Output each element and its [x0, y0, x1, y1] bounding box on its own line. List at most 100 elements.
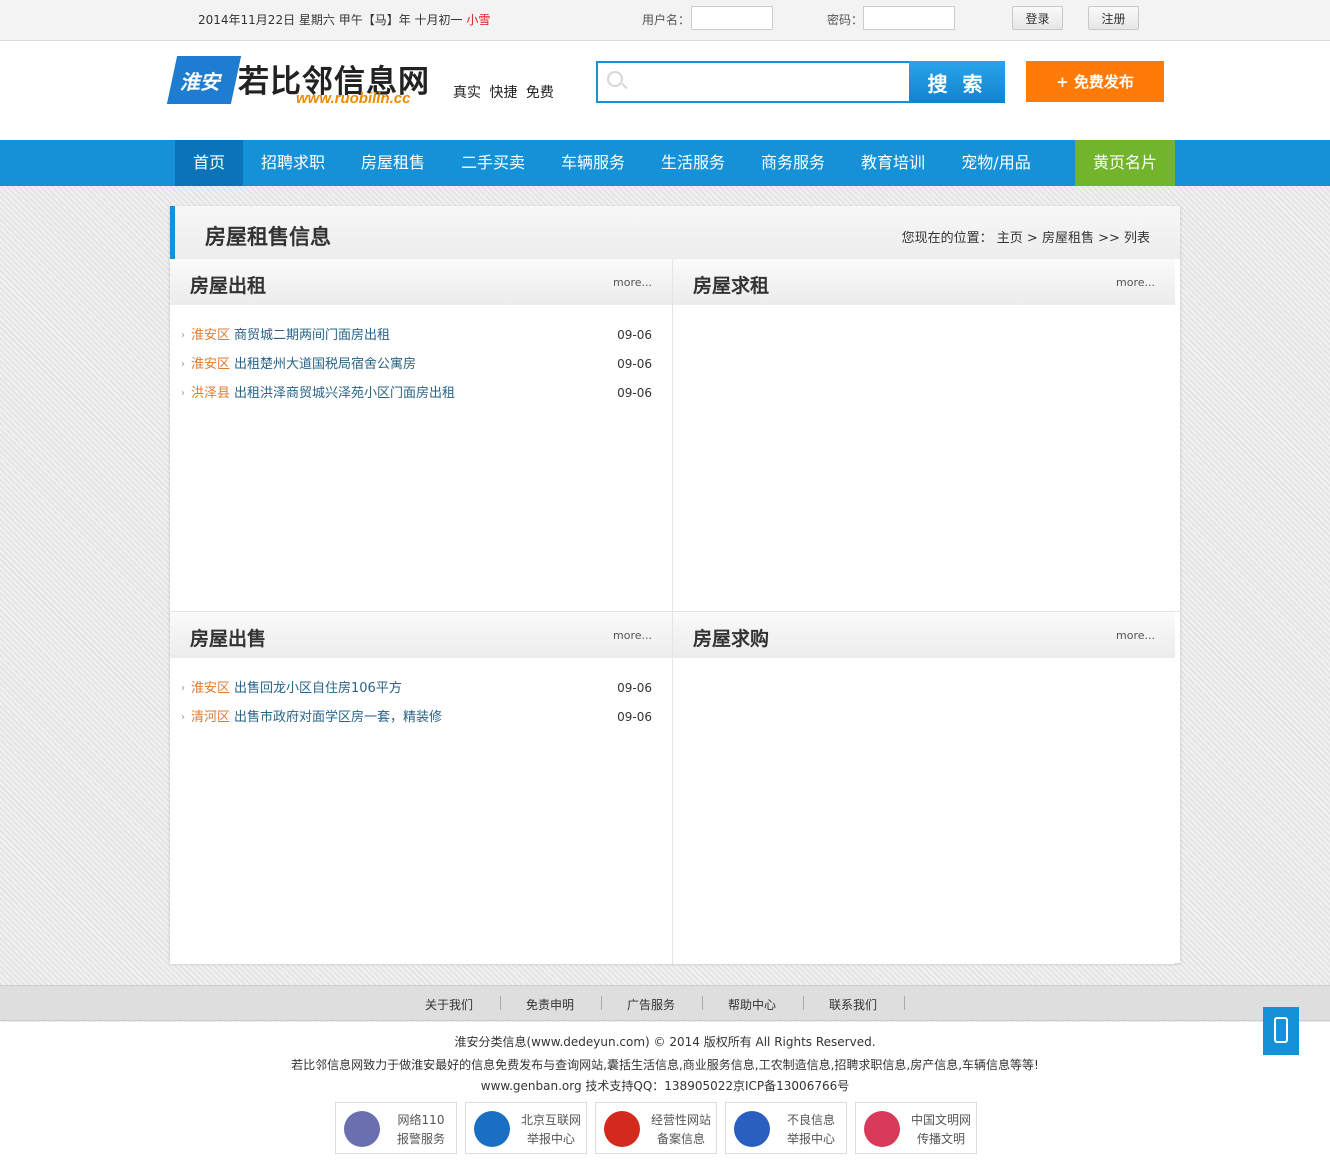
site-url: www.ruobilin.cc [296, 90, 411, 107]
badge-civilization[interactable]: 中国文明网 传播文明 [855, 1102, 977, 1154]
mobile-version-button[interactable] [1263, 1007, 1299, 1055]
badge-bad-info-report[interactable]: 不良信息 举报中心 [725, 1102, 847, 1154]
listing-list: › 淮安区 出售回龙小区自住房106平方 09-06 › 清河区 出售市政府对面学区… [170, 674, 672, 732]
page-title: 房屋租售信息 [205, 225, 331, 249]
footer-link-ads[interactable]: 广告服务 [627, 996, 675, 1013]
search-icon [607, 71, 623, 87]
nav-item-home[interactable]: 首页 [175, 140, 243, 186]
footer: 淮安分类信息(www.dedeyun.com) © 2014 版权所有 All … [0, 1022, 1330, 1174]
footer-link-help[interactable]: 帮助中心 [728, 996, 776, 1013]
slogan: 真实 快捷 免费 [453, 85, 554, 101]
listing-area[interactable]: 淮安区 [191, 681, 230, 696]
section-for-sale: 房屋出售 more... › 淮安区 出售回龙小区自住房106平方 09-06 ›… [170, 612, 672, 964]
badge-line1: 不良信息 [786, 1113, 835, 1127]
footer-link-about[interactable]: 关于我们 [425, 996, 473, 1013]
publish-button[interactable]: + 免费发布 [1026, 61, 1164, 102]
password-input[interactable] [863, 6, 955, 30]
login-button[interactable]: 登录 [1012, 6, 1063, 30]
row-divider [170, 611, 1180, 612]
chevron-right-icon: › [181, 330, 185, 341]
badge-line2: 举报中心 [526, 1132, 575, 1146]
nav-item-secondhand[interactable]: 二手买卖 [443, 140, 543, 186]
footer-link-disclaimer[interactable]: 免责申明 [526, 996, 574, 1013]
listing-title[interactable]: 出售回龙小区自住房106平方 [234, 681, 402, 696]
username-input[interactable] [691, 6, 773, 30]
section-rent-out: 房屋出租 more... › 淮安区 商贸城二期两间门面房出租 09-06 › 淮… [170, 259, 672, 611]
search-input[interactable] [596, 61, 909, 103]
nav-item-yellowpages[interactable]: 黄页名片 [1075, 140, 1175, 186]
site-description: 若比邻信息网致力于做淮安最好的信息免费发布与查询网站,囊括生活信息,商业服务信息… [291, 1058, 1039, 1072]
divider [904, 996, 905, 1010]
register-button[interactable]: 注册 [1088, 6, 1139, 30]
listing-area[interactable]: 清河区 [191, 710, 230, 725]
header: 淮安 若比邻信息网 www.ruobilin.cc 真实 快捷 免费 搜 索 +… [0, 41, 1330, 140]
footer-link-contact[interactable]: 联系我们 [829, 996, 877, 1013]
section-title: 房屋求购 [693, 628, 770, 650]
chevron-right-icon: › [181, 359, 185, 370]
main-nav: 首页 招聘求职 房屋租售 二手买卖 车辆服务 生活服务 商务服务 教育培训 宠物… [0, 140, 1330, 186]
section-header: 房屋出售 more... [170, 612, 672, 658]
nav-item-jobs[interactable]: 招聘求职 [243, 140, 343, 186]
badge-police[interactable]: 网络110 报警服务 [335, 1102, 457, 1154]
listing-title[interactable]: 出租洪泽商贸城兴泽苑小区门面房出租 [234, 386, 455, 401]
nav-item-life[interactable]: 生活服务 [643, 140, 743, 186]
list-item[interactable]: › 清河区 出售市政府对面学区房一套，精装修 09-06 [170, 703, 672, 732]
listing-date: 09-06 [617, 681, 652, 695]
divider [803, 996, 804, 1010]
nav-item-education[interactable]: 教育培训 [843, 140, 943, 186]
list-item[interactable]: › 淮安区 出租楚州大道国税局宿舍公寓房 09-06 [170, 350, 672, 379]
chevron-right-icon: › [181, 388, 185, 399]
username-label: 用户名： [642, 13, 691, 27]
badge-beijing-report[interactable]: 北京互联网 举报中心 [465, 1102, 587, 1154]
listing-area[interactable]: 洪泽县 [191, 386, 230, 401]
listing-area[interactable]: 淮安区 [191, 328, 230, 343]
top-bar: 2014年11月22日 星期六 甲午【马】年 十月初一 小雪 用户名： 密码： … [0, 0, 1330, 41]
badge-line1: 北京互联网 [520, 1113, 581, 1127]
nav-item-business[interactable]: 商务服务 [743, 140, 843, 186]
password-label: 密码： [827, 13, 864, 27]
more-link[interactable]: more... [613, 276, 652, 289]
list-item[interactable]: › 洪泽县 出租洪泽商贸城兴泽苑小区门面房出租 09-06 [170, 379, 672, 408]
listing-area[interactable]: 淮安区 [191, 357, 230, 372]
listing-list: › 淮安区 商贸城二期两间门面房出租 09-06 › 淮安区 出租楚州大道国税局宿舍… [170, 321, 672, 408]
date-text: 2014年11月22日 星期六 甲午【马】年 十月初一 [198, 13, 467, 27]
more-link[interactable]: more... [1116, 276, 1155, 289]
badge-line1: 网络110 [397, 1113, 445, 1127]
logo-badge[interactable]: 淮安 [166, 56, 242, 104]
more-link[interactable]: more... [1116, 629, 1155, 642]
section-title: 房屋出售 [190, 628, 267, 650]
flower-emblem-icon [864, 1111, 900, 1147]
police-shield-icon [344, 1111, 380, 1147]
date-display: 2014年11月22日 星期六 甲午【马】年 十月初一 小雪 [198, 11, 490, 28]
list-item[interactable]: › 淮安区 出售回龙小区自住房106平方 09-06 [170, 674, 672, 703]
divider [500, 996, 501, 1010]
section-buy-wanted: 房屋求购 more... [673, 612, 1175, 964]
listing-title[interactable]: 商贸城二期两间门面房出租 [234, 328, 390, 343]
mobile-phone-icon [1274, 1017, 1288, 1043]
chevron-right-icon: › [181, 683, 185, 694]
listing-date: 09-06 [617, 710, 652, 724]
swoosh-icon [734, 1111, 770, 1147]
section-rent-wanted: 房屋求租 more... [673, 259, 1175, 611]
divider [601, 996, 602, 1010]
badge-line2: 举报中心 [786, 1132, 835, 1146]
weather-text: 小雪 [466, 13, 491, 27]
nav-item-pets[interactable]: 宠物/用品 [943, 140, 1049, 186]
content-panel: 房屋租售信息 您现在的位置： 主页 > 房屋租售 >> 列表 房屋出租 more… [170, 206, 1180, 964]
e-logo-icon [474, 1111, 510, 1147]
badge-business-record[interactable]: 经营性网站 备案信息 [595, 1102, 717, 1154]
more-link[interactable]: more... [613, 629, 652, 642]
list-item[interactable]: › 淮安区 商贸城二期两间门面房出租 09-06 [170, 321, 672, 350]
listing-date: 09-06 [617, 328, 652, 342]
support-text: www.genban.org 技术支持QQ：138905022京ICP备1300… [480, 1079, 850, 1093]
badge-line1: 经营性网站 [650, 1113, 711, 1127]
search-button[interactable]: 搜 索 [909, 61, 1005, 103]
listing-title[interactable]: 出售市政府对面学区房一套，精装修 [234, 710, 442, 725]
section-header: 房屋求租 more... [673, 259, 1175, 305]
nav-item-vehicles[interactable]: 车辆服务 [543, 140, 643, 186]
copyright-text: 淮安分类信息(www.dedeyun.com) © 2014 版权所有 All … [454, 1035, 876, 1049]
nav-item-housing[interactable]: 房屋租售 [343, 140, 443, 186]
badge-line2: 报警服务 [396, 1132, 445, 1146]
listing-title[interactable]: 出租楚州大道国税局宿舍公寓房 [234, 357, 416, 372]
section-title: 房屋出租 [190, 275, 267, 297]
